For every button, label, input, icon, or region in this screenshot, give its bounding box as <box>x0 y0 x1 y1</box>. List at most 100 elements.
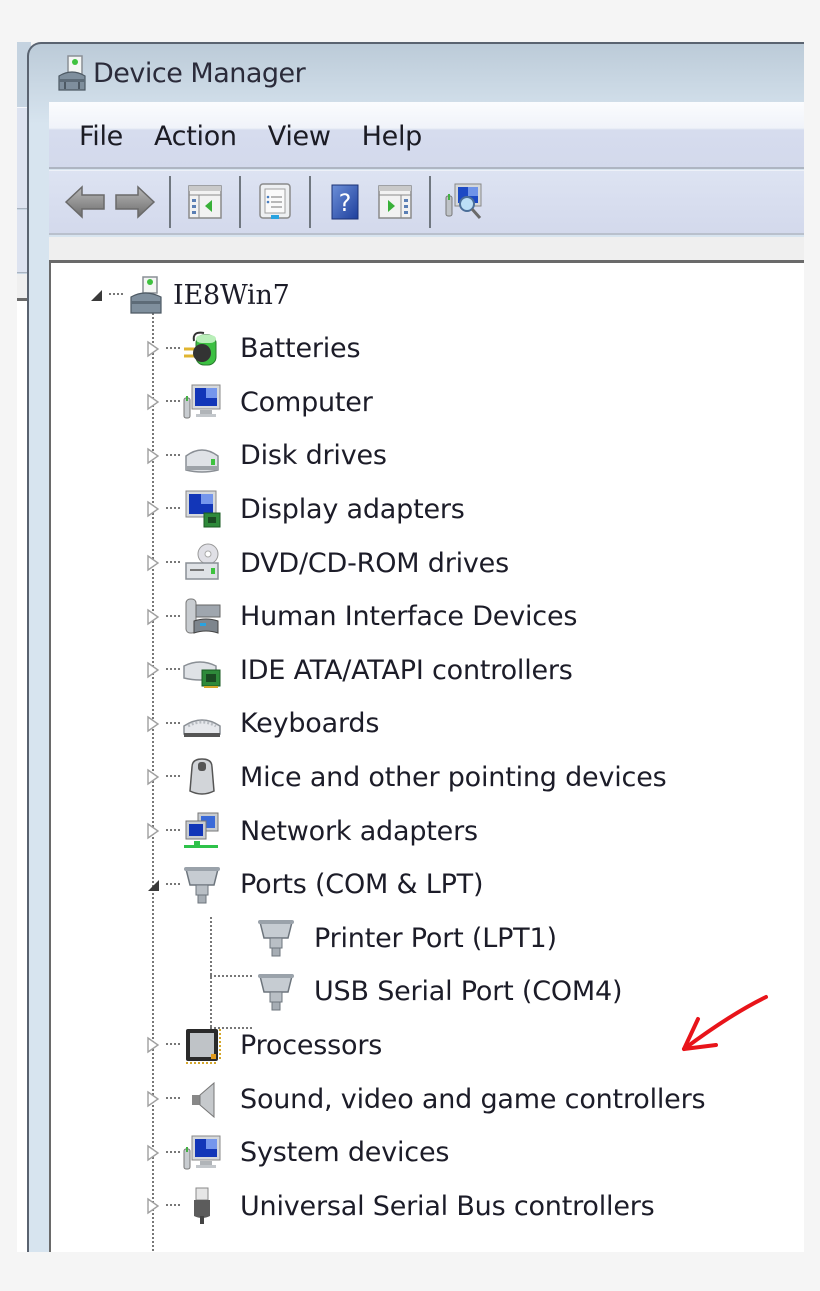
tree-node-label: Processors <box>240 1029 383 1061</box>
usb-icon <box>194 1187 210 1225</box>
tree-node-label: DVD/CD-ROM drives <box>240 547 509 579</box>
expand-triangle-icon[interactable] <box>144 1144 162 1162</box>
tree-node-label: Human Interface Devices <box>240 601 578 633</box>
ide-controller-icon <box>183 661 221 689</box>
scan-hardware-icon <box>445 183 482 219</box>
expand-triangle-icon[interactable] <box>144 768 162 786</box>
action-pane-icon <box>378 185 412 219</box>
tree-guide-line <box>210 975 252 977</box>
arrow-right-icon <box>115 185 156 219</box>
expand-triangle-icon[interactable] <box>144 1197 162 1215</box>
toolbar-separator <box>169 176 171 228</box>
svg-text:?: ? <box>339 189 352 217</box>
show-hide-action-pane-button[interactable] <box>373 179 417 225</box>
tree-node-category[interactable]: Mice and other pointing devices <box>144 751 667 803</box>
tree-node-label: IE8Win7 <box>173 279 290 311</box>
computer-icon <box>183 384 221 419</box>
back-button[interactable] <box>63 179 107 225</box>
tree-node-category[interactable]: System devices <box>144 1127 449 1179</box>
scan-hardware-changes-button[interactable] <box>443 179 487 225</box>
processor-icon <box>186 1029 221 1065</box>
menu-file[interactable]: File <box>79 117 123 152</box>
arrow-left-icon <box>64 185 105 219</box>
tree-node-label: Mice and other pointing devices <box>240 761 667 793</box>
speaker-icon <box>192 1081 215 1119</box>
hid-icon <box>185 598 221 634</box>
tree-node-label: Batteries <box>240 333 361 365</box>
port-icon <box>258 973 294 1011</box>
toolbar-separator <box>239 176 241 228</box>
tree-node-label: Display adapters <box>240 493 465 525</box>
toolbar: ? <box>49 170 804 235</box>
tree-node-root[interactable]: IE8Win7 <box>87 269 290 321</box>
tree-node-label: Ports (COM & LPT) <box>240 869 484 901</box>
expand-triangle-icon[interactable] <box>144 447 162 465</box>
expand-triangle-icon[interactable] <box>144 393 162 411</box>
keyboard-icon <box>183 719 221 737</box>
tree-node-label: IDE ATA/ATAPI controllers <box>240 654 573 686</box>
console-tree-icon <box>188 185 222 219</box>
tree-node-label: Sound, video and game controllers <box>240 1083 706 1115</box>
tree-node-category[interactable]: Batteries <box>144 323 361 375</box>
expand-triangle-icon[interactable] <box>144 340 162 358</box>
tree-node-label: Printer Port (LPT1) <box>314 922 557 954</box>
device-manager-window: Device Manager File Action View Help ? I… <box>27 42 804 1252</box>
mouse-icon <box>189 758 215 796</box>
properties-button[interactable] <box>253 179 297 225</box>
computer-toolbox-icon <box>130 276 162 314</box>
dvd-drive-icon <box>185 543 219 580</box>
show-hide-console-tree-button[interactable] <box>183 179 227 225</box>
window-title: Device Manager <box>93 57 306 89</box>
tree-node-category[interactable]: Network adapters <box>144 805 478 857</box>
toolbar-separator <box>309 176 311 228</box>
collapse-triangle-icon[interactable] <box>144 876 162 894</box>
port-icon <box>258 920 294 957</box>
expand-triangle-icon[interactable] <box>144 554 162 572</box>
help-button[interactable]: ? <box>323 179 367 225</box>
tree-node-label: System devices <box>240 1137 450 1169</box>
expand-triangle-icon[interactable] <box>144 1036 162 1054</box>
tree-node-label: Keyboards <box>240 708 380 740</box>
tree-node-category[interactable]: Keyboards <box>144 698 379 750</box>
tree-node-label: Universal Serial Bus controllers <box>240 1190 655 1222</box>
system-device-icon <box>183 1135 221 1170</box>
forward-button[interactable] <box>113 179 157 225</box>
port-icon <box>184 866 220 904</box>
battery-icon <box>184 331 217 366</box>
tree-node-label: Network adapters <box>240 815 478 847</box>
display-adapter-icon <box>185 490 221 528</box>
tree-node-category[interactable]: DVD/CD-ROM drives <box>144 537 509 589</box>
collapse-triangle-icon[interactable] <box>87 286 105 304</box>
tree-node-label: Disk drives <box>240 440 387 472</box>
title-bar: Device Manager <box>29 44 804 102</box>
menu-bar: File Action View Help <box>49 102 804 169</box>
toolbar-separator <box>429 176 431 228</box>
expand-triangle-icon[interactable] <box>144 500 162 518</box>
expand-triangle-icon[interactable] <box>144 1090 162 1108</box>
tree-node-category[interactable]: Human Interface Devices <box>144 591 577 643</box>
tree-node-device[interactable]: Printer Port (LPT1) <box>256 912 557 964</box>
tree-node-category[interactable]: IDE ATA/ATAPI controllers <box>144 644 573 696</box>
menu-action[interactable]: Action <box>154 117 237 152</box>
tree-node-category[interactable]: Display adapters <box>144 483 465 535</box>
tree-node-category[interactable]: Ports (COM & LPT) <box>144 859 483 911</box>
expand-triangle-icon[interactable] <box>144 715 162 733</box>
properties-icon <box>259 183 291 219</box>
tree-node-label: USB Serial Port (COM4) <box>314 976 623 1008</box>
expand-triangle-icon[interactable] <box>144 822 162 840</box>
menu-view[interactable]: View <box>268 117 331 152</box>
tree-node-category[interactable]: Universal Serial Bus controllers <box>144 1180 655 1232</box>
tree-node-category[interactable]: Processors <box>144 1019 382 1071</box>
red-annotation-arrow <box>682 995 768 1051</box>
tree-node-category[interactable]: Computer <box>144 376 373 428</box>
expand-triangle-icon[interactable] <box>144 608 162 626</box>
tree-guide-line <box>210 917 212 1027</box>
device-tree: IE8Win7 Batteries Computer Disk drives Disp… <box>49 263 804 1252</box>
menu-help[interactable]: Help <box>362 117 423 152</box>
tree-node-category[interactable]: Disk drives <box>144 430 387 482</box>
device-manager-icon <box>58 55 86 91</box>
tree-node-category[interactable]: Sound, video and game controllers <box>144 1073 706 1125</box>
tree-node-label: Computer <box>240 386 373 418</box>
tree-node-usb-serial-port[interactable]: USB Serial Port (COM4) <box>256 966 623 1018</box>
expand-triangle-icon[interactable] <box>144 661 162 679</box>
